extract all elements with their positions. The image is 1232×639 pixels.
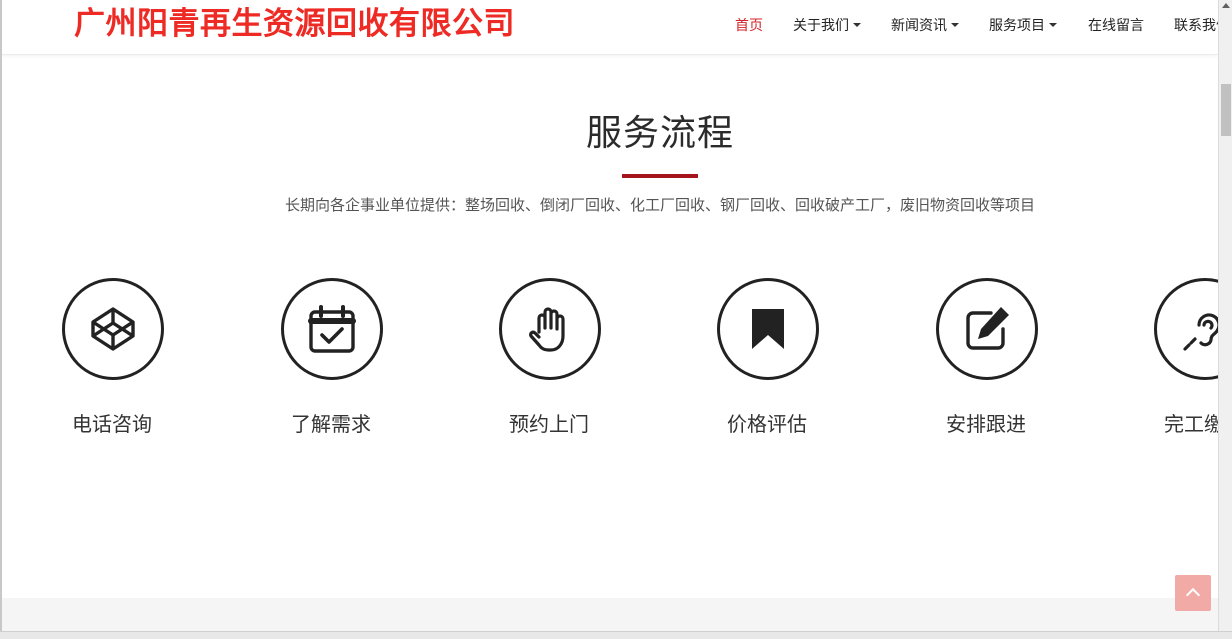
process-step-followup: 安排跟进: [896, 278, 1076, 448]
nav-item-contact[interactable]: 联系我们: [1174, 16, 1218, 36]
chevron-up-icon: [1185, 587, 1201, 603]
step-label: 电话咨询: [72, 412, 152, 436]
vertical-scrollbar[interactable]: [1218, 0, 1232, 631]
title-underline: [622, 174, 698, 178]
section-subtitle: 长期向各企事业单位提供：整场回收、倒闭厂回收、化工厂回收、钢厂回收、回收破产工厂…: [284, 196, 1035, 214]
process-step-evaluation: 价格评估: [677, 278, 857, 448]
caret-down-icon: [1049, 23, 1057, 27]
caret-down-icon: [951, 23, 959, 27]
step-icon-circle[interactable]: [1154, 278, 1218, 380]
nav-label: 服务项目: [989, 18, 1045, 34]
nav-item-message[interactable]: 在线留言: [1088, 16, 1144, 36]
bookmark-icon: [752, 309, 784, 349]
window-bottom-border: [0, 631, 1232, 639]
browser-viewport: 广州阳青再生资源回收有限公司 首页 关于我们 新闻资讯 服务项目 在线留言 联系…: [2, 0, 1218, 631]
nav-label: 在线留言: [1088, 18, 1144, 34]
nav-item-home[interactable]: 首页: [735, 16, 763, 36]
process-step-needs: 了解需求: [241, 278, 421, 448]
scroll-up-arrow-icon[interactable]: [1222, 3, 1230, 8]
window-left-border: [0, 0, 2, 631]
nav-label: 关于我们: [793, 18, 849, 34]
back-to-top-button[interactable]: [1175, 575, 1211, 611]
step-label: 价格评估: [727, 412, 807, 436]
process-step-visit: 预约上门: [459, 278, 639, 448]
nav-label: 首页: [735, 18, 763, 34]
site-header: 广州阳青再生资源回收有限公司 首页 关于我们 新闻资讯 服务项目 在线留言 联系…: [2, 0, 1218, 55]
step-icon-circle[interactable]: [62, 278, 164, 380]
step-icon-circle[interactable]: [499, 278, 601, 380]
step-label: 预约上门: [509, 412, 589, 436]
nav-label: 联系我们: [1174, 18, 1218, 34]
nav-label: 新闻资讯: [891, 18, 947, 34]
step-label: 了解需求: [291, 412, 371, 436]
site-logo[interactable]: 广州阳青再生资源回收有限公司: [74, 4, 515, 44]
section-title: 服务流程: [585, 113, 734, 154]
footer-band: [2, 598, 1218, 631]
hand-icon: [529, 307, 565, 352]
process-step-phone: 电话咨询: [22, 278, 202, 448]
hearing-icon: [1183, 313, 1218, 351]
edit-icon: [966, 307, 1009, 350]
process-step-completion: 完工缴纳: [1114, 278, 1218, 448]
nav-item-news[interactable]: 新闻资讯: [891, 16, 959, 36]
caret-down-icon: [853, 23, 861, 27]
codepen-icon: [91, 307, 135, 351]
step-label: 安排跟进: [946, 412, 1026, 436]
step-label: 完工缴纳: [1164, 412, 1218, 436]
step-icon-circle[interactable]: [936, 278, 1038, 380]
nav-item-services[interactable]: 服务项目: [989, 16, 1057, 36]
scrollbar-thumb[interactable]: [1221, 84, 1231, 136]
calendar-check-icon: [308, 305, 356, 353]
nav-item-about[interactable]: 关于我们: [793, 16, 861, 36]
step-icon-circle[interactable]: [717, 278, 819, 380]
step-icon-circle[interactable]: [281, 278, 383, 380]
